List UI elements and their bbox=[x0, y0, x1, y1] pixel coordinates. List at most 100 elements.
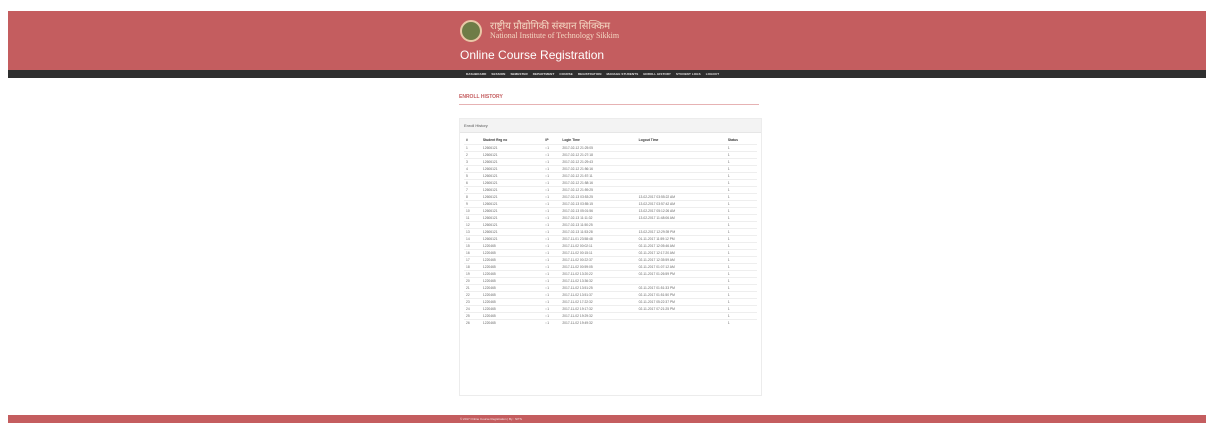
institute-name-english: National Institute of Technology Sikkim bbox=[490, 31, 620, 41]
table-cell: 20 bbox=[464, 277, 481, 285]
table-cell: 11 bbox=[464, 214, 481, 222]
table-cell: 19 bbox=[464, 270, 481, 278]
table-cell: 1220465 bbox=[480, 242, 544, 250]
table-row: 12 12606121::1 2017-02-13 11:50:25 1 bbox=[464, 221, 757, 229]
table-cell: 12606121 bbox=[480, 179, 544, 187]
table-cell: ::1 bbox=[543, 277, 561, 285]
table-cell: ::1 bbox=[543, 200, 561, 208]
table-row: 24 1220465::1 2017-11-02 19:17:32 02-11-201… bbox=[464, 305, 757, 313]
footer-copyright: © 2017 Online Course Registration | By :… bbox=[460, 417, 522, 421]
table-cell: 02-11-2017 01:51:33 PM bbox=[636, 284, 726, 292]
table-cell: 4 bbox=[464, 165, 481, 173]
column-header: Status bbox=[727, 138, 738, 142]
table-cell: ::1 bbox=[543, 221, 561, 229]
table-cell: 02-11-2017 12:35:59 AM bbox=[636, 256, 726, 264]
table-cell bbox=[636, 144, 726, 152]
table-cell: ::1 bbox=[543, 291, 561, 299]
nav-item-department[interactable]: DEPARTMENT bbox=[533, 72, 555, 76]
table-row: 7 12606121::1 2017-02-12 21:59:25 1 bbox=[464, 186, 757, 194]
panel-heading: Enroll History bbox=[460, 119, 761, 133]
table-cell: ::1 bbox=[543, 151, 561, 159]
table-cell: 2017-11-02 13:20:22 bbox=[560, 270, 637, 278]
table-cell: 18 bbox=[464, 263, 481, 271]
table-cell: 1 bbox=[725, 221, 757, 229]
table-cell: 12 bbox=[464, 221, 481, 229]
nav-item-logout[interactable]: LOGOUT bbox=[706, 72, 719, 76]
table-cell: 12606121 bbox=[480, 235, 544, 243]
table-cell: ::1 bbox=[543, 172, 561, 180]
table-cell: ::1 bbox=[543, 165, 561, 173]
table-cell: 12606121 bbox=[480, 144, 544, 152]
table-cell: ::1 bbox=[543, 158, 561, 166]
table-cell: 2017-02-12 21:58:16 bbox=[560, 179, 637, 187]
table-cell: 12606121 bbox=[480, 207, 544, 215]
nav-item-enroll-history[interactable]: ENROLL HISTORY bbox=[643, 72, 671, 76]
table-cell: 12606121 bbox=[480, 172, 544, 180]
table-cell: 1220465 bbox=[480, 312, 544, 320]
table-cell: 1 bbox=[725, 214, 757, 222]
table-cell: ::1 bbox=[543, 312, 561, 320]
table-row: 16 1220465::1 2017-11-02 00:15:11 02-11-201… bbox=[464, 249, 757, 257]
table-row: 21 1220465::1 2017-11-02 13:51:25 02-11-201… bbox=[464, 284, 757, 292]
nav-menu: DASHBOARD SESSION SEMESTER DEPARTMENT COURSE… bbox=[466, 70, 719, 78]
table-cell bbox=[636, 158, 726, 166]
nav-item-registration[interactable]: REGISTRATION bbox=[578, 72, 602, 76]
table-cell: 26 bbox=[464, 319, 481, 326]
table-cell: 2017-02-13 03:55:15 bbox=[560, 200, 637, 208]
table-cell: 1 bbox=[725, 242, 757, 250]
table-cell: 02-11-2017 07:21:25 PM bbox=[636, 305, 726, 313]
table-cell: 12606121 bbox=[480, 214, 544, 222]
enroll-history-panel: Enroll History # Student Reg no IP Login Ti… bbox=[459, 118, 762, 396]
table-cell: 1220465 bbox=[480, 305, 544, 313]
nav-item-manage-students[interactable]: MANAGE STUDENTS bbox=[606, 72, 638, 76]
table-cell: ::1 bbox=[543, 235, 561, 243]
table-cell: 2017-02-13 03:53:25 bbox=[560, 193, 637, 201]
nav-item-semester[interactable]: SEMESTER bbox=[510, 72, 527, 76]
table-cell: 2017-02-12 21:56:16 bbox=[560, 165, 637, 173]
table-cell: 02-11-2017 12:17:20 AM bbox=[636, 249, 726, 257]
table-row: 18 1220465::1 2017-11-02 00:59:05 02-11-201… bbox=[464, 263, 757, 271]
table-cell: 12606121 bbox=[480, 151, 544, 159]
table-row: 8 12606121::1 2017-02-13 03:53:25 13-02-201… bbox=[464, 193, 757, 201]
table-cell: 1220465 bbox=[480, 263, 544, 271]
table-cell bbox=[636, 151, 726, 159]
table-cell bbox=[636, 172, 726, 180]
table-cell: 2017-11-02 13:51:25 bbox=[560, 284, 637, 292]
table-cell: 02-11-2017 01:26:59 PM bbox=[636, 270, 726, 278]
table-cell: 01-11-2017 11:59:12 PM bbox=[636, 235, 726, 243]
table-row: 6 12606121::1 2017-02-12 21:58:16 1 bbox=[464, 179, 757, 187]
table-cell bbox=[636, 277, 726, 285]
table-cell: 2017-11-01 23:58:48 bbox=[560, 235, 637, 243]
table-cell: 12606121 bbox=[480, 228, 544, 236]
table-cell: 1 bbox=[725, 158, 757, 166]
table-cell: ::1 bbox=[543, 256, 561, 264]
table-row: 2 12606121::1 2017-02-12 21:27:18 1 bbox=[464, 151, 757, 159]
table-row: 25 1220465::1 2017-11-02 19:29:32 1 bbox=[464, 312, 757, 320]
table-cell: 13-02-2017 11:48:06 AM bbox=[636, 214, 726, 222]
table-cell: 1220465 bbox=[480, 249, 544, 257]
table-cell: 9 bbox=[464, 200, 481, 208]
nav-item-course[interactable]: COURSE bbox=[559, 72, 572, 76]
table-cell bbox=[636, 186, 726, 194]
table-cell: 2017-11-02 00:02:11 bbox=[560, 242, 637, 250]
table-cell: 3 bbox=[464, 158, 481, 166]
site-footer bbox=[8, 415, 1206, 423]
table-cell bbox=[636, 319, 726, 326]
nav-item-session[interactable]: SESSION bbox=[491, 72, 505, 76]
nav-item-dashboard[interactable]: DASHBOARD bbox=[466, 72, 486, 76]
table-cell: ::1 bbox=[543, 193, 561, 201]
table-row: 11 12606121::1 2017-02-13 11:11:32 13-02-20… bbox=[464, 214, 757, 222]
table-cell: 1 bbox=[725, 256, 757, 264]
table-cell: 1220465 bbox=[480, 319, 544, 326]
nav-item-student-logs[interactable]: STUDENT LOGS bbox=[676, 72, 701, 76]
table-cell: 1220465 bbox=[480, 277, 544, 285]
table-cell: 2017-11-02 19:29:32 bbox=[560, 312, 637, 320]
table-cell: 1 bbox=[725, 291, 757, 299]
table-cell: 1220465 bbox=[480, 298, 544, 306]
table-cell bbox=[636, 179, 726, 187]
table-cell: 15 bbox=[464, 242, 481, 250]
table-cell: 2017-02-12 21:29:43 bbox=[560, 158, 637, 166]
table-cell: 2017-11-02 19:17:32 bbox=[560, 305, 637, 313]
column-header: IP bbox=[545, 138, 549, 142]
table-cell: ::1 bbox=[543, 228, 561, 236]
